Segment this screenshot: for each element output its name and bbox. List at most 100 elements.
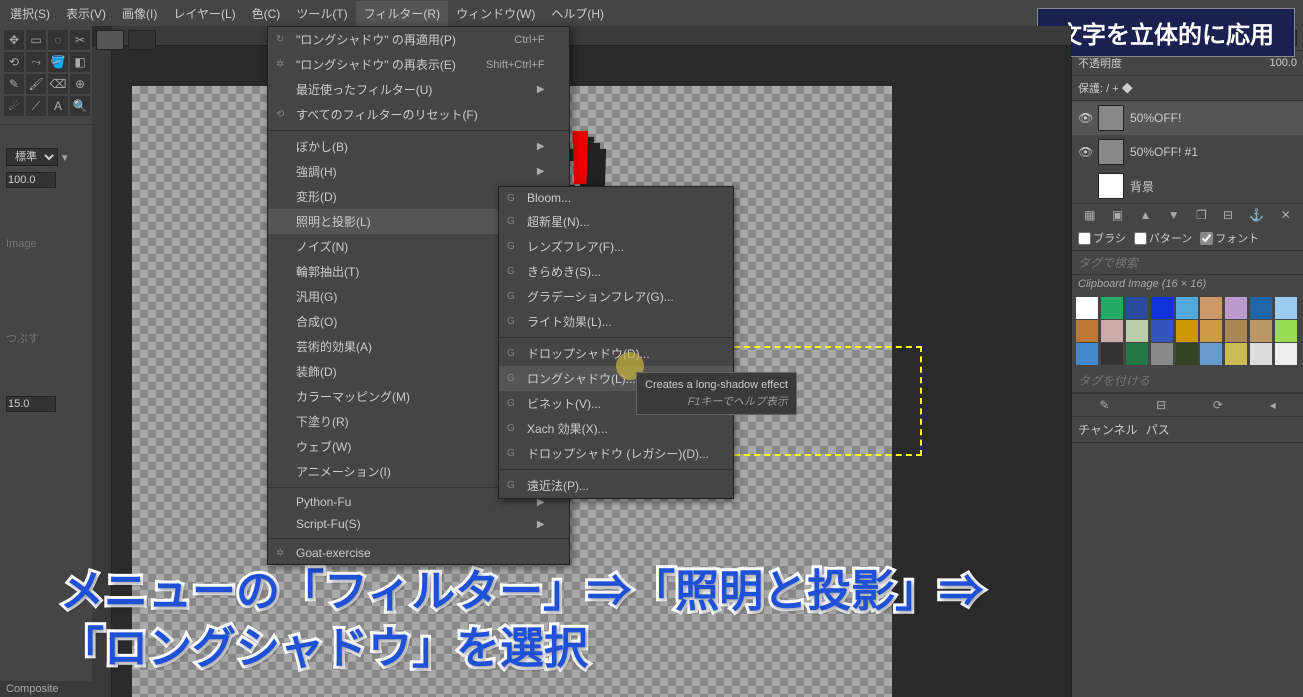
menu-select[interactable]: 選択(S) [2,1,58,26]
pattern-swatch[interactable] [1250,343,1272,365]
tool-zoom[interactable]: 🔍 [70,96,90,116]
tool-move[interactable]: ✥ [4,30,24,50]
tool-free-select[interactable]: ◌ [48,30,68,50]
delete-pattern-icon[interactable]: ⊟ [1156,398,1166,412]
tool-rotate[interactable]: ⟲ [4,52,24,72]
redo-icon: ↻ [276,34,284,45]
filter-goat[interactable]: ✲Goat-exercise [268,542,569,564]
pattern-swatch[interactable] [1076,320,1098,342]
pattern-swatch[interactable] [1225,320,1247,342]
tool-smudge[interactable]: ☄ [4,96,24,116]
menu-tools[interactable]: ツール(T) [288,1,355,26]
tool-path[interactable]: ⟋ [26,96,46,116]
filter-group-item[interactable]: 強調(H)▶ [268,159,569,184]
pattern-swatch[interactable] [1225,297,1247,319]
pattern-swatch[interactable] [1151,297,1173,319]
submenu-item[interactable]: GXach 効果(X)... [499,416,733,441]
eye-icon[interactable]: 👁 [1078,111,1092,125]
pattern-swatch[interactable] [1176,320,1198,342]
pattern-swatch[interactable] [1151,320,1173,342]
pattern-swatch[interactable] [1126,320,1148,342]
pattern-swatch[interactable] [1200,297,1222,319]
filter-group-item[interactable]: ぼかし(B)▶ [268,134,569,159]
image-tab[interactable] [96,30,124,50]
path-tab[interactable]: パス [1146,421,1170,438]
pattern-swatch[interactable] [1275,297,1297,319]
tool-bucket[interactable]: 🪣 [48,52,68,72]
pattern-swatch[interactable] [1176,343,1198,365]
tag-search[interactable]: タグで検索 [1072,251,1303,275]
submenu-item[interactable]: Gきらめき(S)... [499,259,733,284]
tool-rect-select[interactable]: ▭ [26,30,46,50]
pattern-swatch[interactable] [1151,343,1173,365]
pattern-swatch[interactable] [1101,297,1123,319]
image-tab-close[interactable] [128,30,156,50]
menu-layer[interactable]: レイヤー(L) [165,1,243,26]
menu-image[interactable]: 画像(I) [114,1,165,26]
pattern-swatch[interactable] [1275,343,1297,365]
group-icon[interactable]: ▣ [1112,208,1123,222]
menu-window[interactable]: ウィンドウ(W) [448,1,543,26]
pattern-swatch[interactable] [1200,320,1222,342]
layer-row[interactable]: 背景 [1072,169,1303,203]
pattern-tab[interactable]: パターン [1134,230,1192,246]
size-input[interactable] [6,396,56,412]
anchor-icon[interactable]: ⚓ [1249,208,1264,222]
channel-tab[interactable]: チャンネル [1078,421,1138,438]
tool-text[interactable]: A [48,96,68,116]
font-tab[interactable]: フォント [1200,230,1259,246]
filter-scriptfu[interactable]: Script-Fu(S)▶ [268,513,569,535]
tool-warp[interactable]: ⤳ [26,52,46,72]
tool-clone[interactable]: ⊕ [70,74,90,94]
eye-icon[interactable]: 👁 [1078,145,1092,159]
menu-color[interactable]: 色(C) [244,1,289,26]
pattern-swatch[interactable] [1101,343,1123,365]
menu-help[interactable]: ヘルプ(H) [543,1,612,26]
pattern-swatch[interactable] [1076,343,1098,365]
menu-view[interactable]: 表示(V) [58,1,114,26]
submenu-item[interactable]: Gライト効果(L)... [499,309,733,334]
tool-brush[interactable]: 🖌 [26,74,46,94]
submenu-item[interactable]: Gレンズフレア(F)... [499,234,733,259]
submenu-item[interactable]: Gグラデーションフレア(G)... [499,284,733,309]
pattern-swatch[interactable] [1200,343,1222,365]
up-icon[interactable]: ▲ [1140,208,1152,222]
pattern-swatch[interactable] [1101,320,1123,342]
pattern-swatch[interactable] [1126,297,1148,319]
brush-tab[interactable]: ブラシ [1078,230,1126,246]
pattern-swatch[interactable] [1250,320,1272,342]
submenu-item[interactable]: Gドロップシャドウ (レガシー)(D)... [499,441,733,466]
pattern-swatch[interactable] [1126,343,1148,365]
opacity-input[interactable] [6,172,56,188]
pattern-swatch[interactable] [1250,297,1272,319]
merge-icon[interactable]: ⊟ [1223,208,1233,222]
pattern-swatch[interactable] [1275,320,1297,342]
new-layer-icon[interactable]: ▦ [1084,208,1095,222]
delete-icon[interactable]: ✕ [1281,208,1291,222]
menu-filters[interactable]: フィルター(R) [356,1,448,26]
tool-pencil[interactable]: ✎ [4,74,24,94]
filter-reshow[interactable]: ✲"ロングシャドウ" の再表示(E)Shift+Ctrl+F [268,52,569,77]
filter-reapply[interactable]: ↻"ロングシャドウ" の再適用(P)Ctrl+F [268,27,569,52]
tool-gradient[interactable]: ◧ [70,52,90,72]
submenu-item[interactable]: G遠近法(P)... [499,473,733,498]
refresh-icon[interactable]: ⟳ [1213,398,1223,412]
submenu-item[interactable]: G超新星(N)... [499,209,733,234]
filter-recent[interactable]: 最近使ったフィルター(U)▶ [268,77,569,102]
chevron-down-icon: ▾ [62,151,68,164]
duplicate-icon[interactable]: ❐ [1196,208,1207,222]
filter-reset[interactable]: ⟲すべてのフィルターのリセット(F) [268,102,569,127]
pattern-swatch[interactable] [1176,297,1198,319]
submenu-item[interactable]: GBloom... [499,187,733,209]
tag-add[interactable]: タグを付ける [1072,369,1303,393]
layer-row[interactable]: 👁 50%OFF! #1 [1072,135,1303,169]
menu-icon[interactable]: ◂ [1270,398,1276,412]
edit-icon[interactable]: ✎ [1099,398,1109,412]
tool-crop[interactable]: ✂ [70,30,90,50]
down-icon[interactable]: ▼ [1168,208,1180,222]
pattern-swatch[interactable] [1225,343,1247,365]
layer-row[interactable]: 👁 50%OFF! [1072,101,1303,135]
blend-mode-select[interactable]: 標準 [6,148,58,166]
tool-eraser[interactable]: ⌫ [48,74,68,94]
pattern-swatch[interactable] [1076,297,1098,319]
